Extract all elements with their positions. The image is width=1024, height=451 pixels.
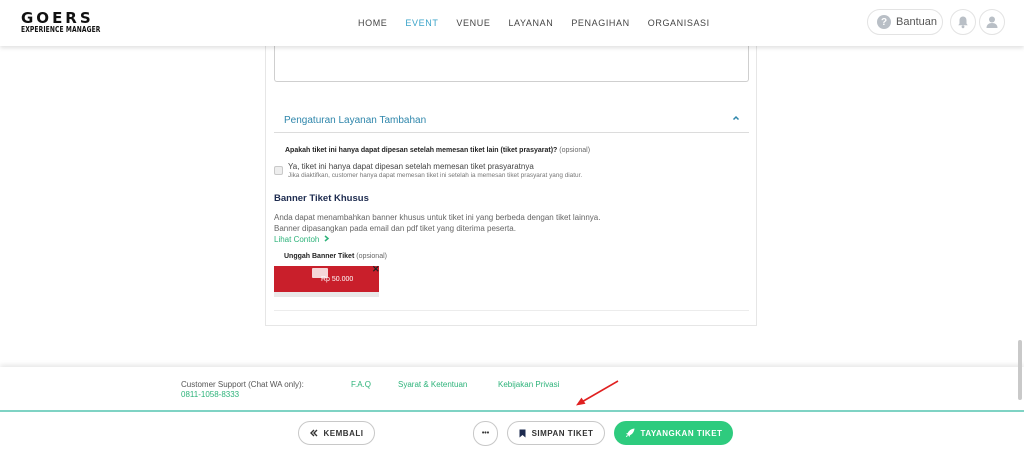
banner-description-2: Banner dipasangkan pada email dan pdf ti… bbox=[274, 224, 516, 233]
banner-thumbnail[interactable]: Rp 50.000 bbox=[274, 266, 379, 297]
support-phone[interactable]: 0811-1058-8333 bbox=[181, 390, 239, 399]
logo-text: GOERS bbox=[21, 9, 94, 27]
banner-price: Rp 50.000 bbox=[321, 276, 354, 283]
checkbox-hint: Jika diaktifkan, customer hanya dapat me… bbox=[288, 172, 583, 179]
section-title: Pengaturan Layanan Tambahan bbox=[284, 115, 427, 126]
privacy-link[interactable]: Kebijakan Privasi bbox=[498, 380, 559, 389]
user-icon bbox=[986, 16, 998, 28]
save-ticket-button[interactable]: SIMPAN TIKET bbox=[507, 421, 605, 445]
back-label: KEMBALI bbox=[323, 428, 364, 438]
publish-ticket-button[interactable]: TAYANGKAN TIKET bbox=[614, 421, 733, 445]
chevron-right-icon bbox=[324, 235, 329, 242]
additional-services-header[interactable]: Pengaturan Layanan Tambahan bbox=[274, 107, 749, 133]
save-label: SIMPAN TIKET bbox=[531, 428, 594, 438]
faq-link[interactable]: F.A.Q bbox=[351, 380, 371, 389]
bell-icon bbox=[958, 16, 968, 29]
nav-item-layanan[interactable]: LAYANAN bbox=[508, 18, 553, 28]
back-button[interactable]: KEMBALI bbox=[298, 421, 375, 445]
banner-description-1: Anda dapat menambahkan banner khusus unt… bbox=[274, 213, 601, 222]
description-textarea[interactable] bbox=[274, 40, 749, 82]
nav-item-home[interactable]: HOME bbox=[358, 18, 387, 28]
question-text: Apakah tiket ini hanya dapat dipesan set… bbox=[285, 147, 558, 154]
chevron-up-icon[interactable] bbox=[731, 113, 741, 123]
prerequisite-question: Apakah tiket ini hanya dapat dipesan set… bbox=[285, 147, 590, 154]
ticket-form-card: Pengaturan Layanan Tambahan Apakah tiket… bbox=[265, 40, 757, 326]
prerequisite-checkbox[interactable] bbox=[274, 166, 283, 175]
banner-section-title: Banner Tiket Khusus bbox=[274, 193, 369, 204]
publish-label: TAYANGKAN TIKET bbox=[640, 428, 723, 438]
bookmark-icon bbox=[519, 429, 526, 437]
annotation-arrow bbox=[576, 380, 619, 406]
scrollbar[interactable] bbox=[1018, 340, 1022, 400]
nav-item-organisasi[interactable]: ORGANISASI bbox=[648, 18, 710, 28]
nav-item-venue[interactable]: VENUE bbox=[456, 18, 490, 28]
rocket-icon bbox=[625, 428, 635, 438]
help-button[interactable]: ? Bantuan bbox=[867, 9, 943, 35]
double-chevron-left-icon bbox=[309, 429, 318, 437]
top-header: GOERS EXPERIENCE MANAGER HOME EVENT VENU… bbox=[0, 0, 1024, 46]
divider bbox=[274, 310, 749, 311]
nav-item-penagihan[interactable]: PENAGIHAN bbox=[571, 18, 629, 28]
goers-logo[interactable]: GOERS EXPERIENCE MANAGER bbox=[21, 9, 101, 35]
terms-link[interactable]: Syarat & Ketentuan bbox=[398, 380, 467, 389]
remove-banner-icon[interactable]: ✕ bbox=[372, 264, 380, 275]
profile-button[interactable] bbox=[979, 9, 1005, 35]
more-options-button[interactable]: ••• bbox=[473, 421, 498, 446]
upload-banner-label: Unggah Banner Tiket (opsional) bbox=[284, 253, 387, 260]
help-label: Bantuan bbox=[896, 16, 937, 28]
notification-button[interactable] bbox=[950, 9, 976, 35]
optional-tag: (opsional) bbox=[559, 147, 591, 154]
nav-item-event[interactable]: EVENT bbox=[405, 18, 438, 28]
upload-label-text: Unggah Banner Tiket bbox=[284, 253, 355, 260]
upload-optional-tag: (opsional) bbox=[356, 253, 387, 260]
see-example-link[interactable]: Lihat Contoh bbox=[274, 235, 330, 244]
checkbox-label[interactable]: Ya, tiket ini hanya dapat dipesan setela… bbox=[288, 162, 534, 171]
more-icon: ••• bbox=[481, 430, 490, 437]
banner-strip bbox=[274, 292, 379, 297]
question-circle-icon: ? bbox=[877, 15, 891, 29]
action-bar: KEMBALI ••• SIMPAN TIKET TAYANGKAN TIKET bbox=[0, 412, 1024, 451]
main-nav: HOME EVENT VENUE LAYANAN PENAGIHAN ORGAN… bbox=[358, 18, 728, 28]
logo-subtext: EXPERIENCE MANAGER bbox=[21, 25, 101, 35]
support-label: Customer Support (Chat WA only): bbox=[181, 380, 304, 389]
see-example-label: Lihat Contoh bbox=[274, 235, 320, 244]
